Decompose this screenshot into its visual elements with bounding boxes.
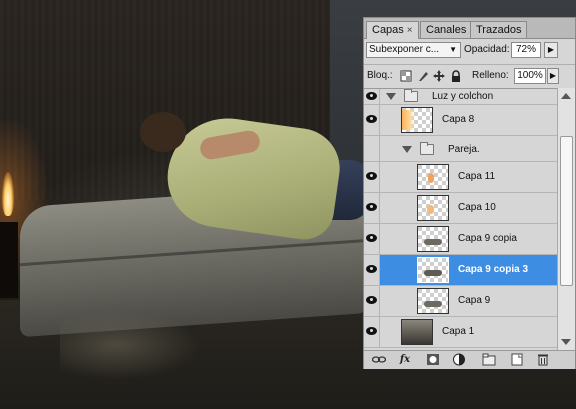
layer-name: Luz y colchon bbox=[432, 91, 494, 102]
layer-thumbnail bbox=[417, 288, 449, 314]
layer-thumbnail bbox=[401, 319, 433, 345]
layer-row-luz-y-colchon[interactable]: Luz y colchon bbox=[364, 89, 557, 105]
expand-triangle-icon[interactable] bbox=[386, 93, 396, 100]
visibility-toggle[interactable] bbox=[364, 317, 380, 347]
close-icon[interactable]: × bbox=[407, 25, 413, 36]
layer-name: Capa 1 bbox=[442, 326, 475, 337]
eye-icon bbox=[366, 92, 377, 100]
layers-bottom-toolbar: fx bbox=[364, 350, 575, 369]
folder-icon bbox=[404, 89, 418, 102]
link-layers-icon[interactable] bbox=[371, 353, 387, 366]
layer-row-capa-9[interactable]: Capa 9 bbox=[364, 286, 557, 317]
blend-mode-value: Subexponer c... bbox=[369, 44, 440, 55]
folder-icon bbox=[420, 142, 434, 155]
layer-row-capa-11[interactable]: Capa 11 bbox=[364, 162, 557, 193]
visibility-toggle[interactable] bbox=[364, 89, 380, 105]
layer-thumbnail bbox=[417, 195, 449, 221]
visibility-toggle[interactable] bbox=[364, 105, 380, 135]
delete-layer-icon[interactable] bbox=[536, 353, 550, 366]
lock-image-pixels-icon[interactable] bbox=[417, 70, 429, 82]
blend-opacity-row: Subexponer c... ▼ Opacidad: 72% ▶ bbox=[364, 39, 575, 61]
candle-flame bbox=[2, 172, 14, 216]
visibility-toggle[interactable] bbox=[364, 162, 380, 192]
visibility-toggle[interactable] bbox=[364, 286, 380, 316]
layer-row-capa-1[interactable]: Capa 1 bbox=[364, 317, 557, 348]
fill-label: Relleno: bbox=[472, 70, 509, 81]
eye-icon bbox=[366, 296, 377, 304]
opacity-input[interactable]: 72% bbox=[511, 42, 541, 58]
layer-row-pareja[interactable]: Pareja. bbox=[364, 136, 557, 162]
fill-slider-arrow-icon[interactable]: ▶ bbox=[547, 68, 559, 84]
layer-name: Capa 9 copia 3 bbox=[458, 264, 529, 275]
chevron-down-icon: ▼ bbox=[449, 45, 457, 54]
layer-thumbnail bbox=[417, 164, 449, 190]
layer-row-capa-10[interactable]: Capa 10 bbox=[364, 193, 557, 224]
lock-fill-row: Bloq.: Relleno: 100% ▶ bbox=[364, 64, 575, 87]
scroll-up-icon[interactable] bbox=[561, 93, 571, 99]
blend-mode-select[interactable]: Subexponer c... ▼ bbox=[366, 42, 461, 58]
layer-row-capa-8[interactable]: Capa 8 bbox=[364, 105, 557, 136]
panel-tabs: Capas × Canales Trazados bbox=[364, 18, 575, 39]
layer-name: Capa 9 copia bbox=[458, 233, 517, 244]
opacity-label: Opacidad: bbox=[464, 44, 510, 55]
floor-debris bbox=[60, 310, 200, 380]
tab-trazados-label: Trazados bbox=[476, 24, 522, 36]
layers-scrollbar[interactable] bbox=[557, 88, 575, 350]
new-layer-icon[interactable] bbox=[510, 353, 524, 366]
visibility-toggle[interactable] bbox=[364, 224, 380, 254]
layer-thumbnail bbox=[401, 107, 433, 133]
candle bbox=[0, 222, 18, 298]
visibility-toggle[interactable] bbox=[364, 193, 380, 223]
visibility-toggle[interactable] bbox=[364, 255, 380, 285]
eye-icon bbox=[366, 203, 377, 211]
opacity-slider-arrow-icon[interactable]: ▶ bbox=[544, 42, 558, 58]
layer-name: Capa 11 bbox=[458, 171, 496, 182]
lock-label: Bloq.: bbox=[367, 70, 393, 81]
eye-icon bbox=[366, 115, 377, 123]
layer-style-fx-icon[interactable]: fx bbox=[398, 353, 412, 366]
person-head bbox=[140, 112, 186, 152]
fill-input[interactable]: 100% bbox=[514, 68, 546, 84]
lock-position-icon[interactable] bbox=[433, 70, 445, 82]
scroll-down-icon[interactable] bbox=[561, 339, 571, 345]
visibility-toggle[interactable] bbox=[364, 136, 380, 162]
tab-canales-label: Canales bbox=[426, 24, 467, 36]
layer-row-capa-9-copia[interactable]: Capa 9 copia bbox=[364, 224, 557, 255]
adjustment-layer-icon[interactable] bbox=[452, 353, 466, 366]
lock-all-icon[interactable] bbox=[450, 70, 462, 82]
scrollbar-thumb[interactable] bbox=[560, 136, 573, 286]
new-group-icon[interactable] bbox=[482, 353, 496, 366]
layer-name: Capa 10 bbox=[458, 202, 496, 213]
tab-trazados[interactable]: Trazados bbox=[470, 21, 528, 38]
add-mask-icon[interactable] bbox=[426, 353, 440, 366]
layer-thumbnail bbox=[417, 257, 449, 283]
lock-transparent-pixels-icon[interactable] bbox=[400, 70, 412, 82]
tab-capas[interactable]: Capas × bbox=[366, 21, 419, 39]
tab-capas-label: Capas bbox=[372, 24, 404, 36]
eye-icon bbox=[366, 265, 377, 273]
layer-name: Pareja. bbox=[448, 144, 480, 155]
layer-row-capa-9-copia-3[interactable]: Capa 9 copia 3 bbox=[364, 255, 557, 286]
tab-canales[interactable]: Canales bbox=[420, 21, 473, 38]
layer-name: Capa 8 bbox=[442, 114, 475, 125]
eye-icon bbox=[366, 172, 377, 180]
layers-list: Luz y colchon Capa 8 Pareja. Capa 11 Cap… bbox=[364, 88, 557, 351]
eye-icon bbox=[366, 327, 377, 335]
layers-panel: Capas × Canales Trazados Subexponer c... … bbox=[363, 17, 576, 369]
expand-triangle-icon[interactable] bbox=[402, 146, 412, 153]
layer-name: Capa 9 bbox=[458, 295, 491, 306]
layer-thumbnail bbox=[417, 226, 449, 252]
eye-icon bbox=[366, 234, 377, 242]
